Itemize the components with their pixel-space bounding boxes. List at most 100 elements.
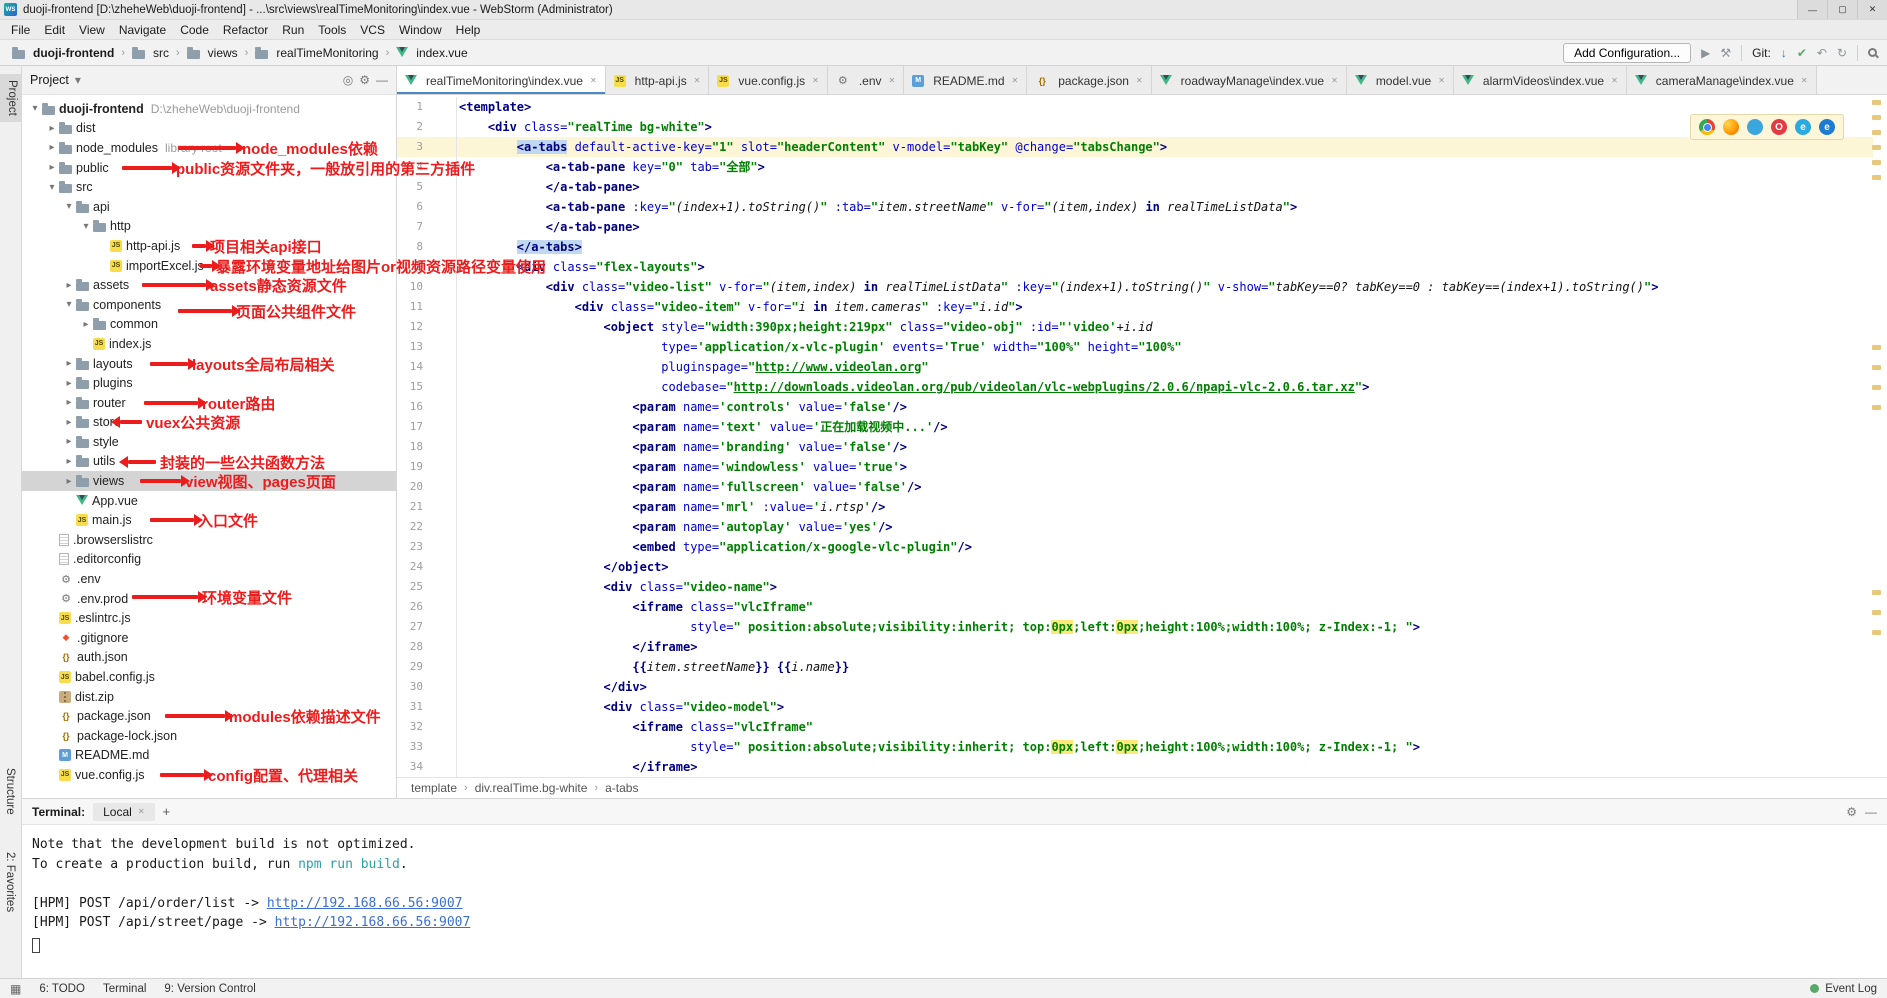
tree-item-common[interactable]: ▸common	[22, 315, 396, 335]
tab-readme-md[interactable]: MREADME.md✕	[904, 66, 1027, 95]
statusbar-todo[interactable]: 6: TODO	[39, 983, 85, 995]
menu-run[interactable]: Run	[275, 23, 311, 37]
locate-file-icon[interactable]: ◎	[343, 73, 353, 87]
opera-icon[interactable]: O	[1771, 119, 1787, 135]
tool-windows-icon[interactable]: ▦	[10, 982, 21, 996]
close-icon[interactable]: ✕	[889, 76, 896, 85]
close-icon[interactable]: ✕	[1012, 76, 1019, 85]
hide-panel-icon[interactable]: —	[376, 73, 388, 87]
tree-item-eslintrc-js[interactable]: JS.eslintrc.js	[22, 608, 396, 628]
tree-item-assets[interactable]: ▸assets	[22, 275, 396, 295]
gear-icon[interactable]: ⚙	[1846, 805, 1857, 819]
tree-item-index-js[interactable]: JSindex.js	[22, 334, 396, 354]
minimize-panel-icon[interactable]: —	[1865, 805, 1877, 819]
tree-item-http[interactable]: ▾http	[22, 217, 396, 237]
tree-item-gitignore[interactable]: ◆.gitignore	[22, 628, 396, 648]
chevron-right-icon[interactable]: ▸	[45, 123, 59, 134]
chevron-down-icon[interactable]: ▾	[28, 103, 42, 114]
terminal-link[interactable]: http://192.168.66.56:9007	[275, 915, 471, 930]
tree-item-importexcel-js[interactable]: JSimportExcel.js	[22, 256, 396, 276]
chevron-right-icon[interactable]: ▸	[62, 476, 76, 487]
close-icon[interactable]: ✕	[694, 76, 701, 85]
chrome-icon[interactable]	[1699, 119, 1715, 135]
tree-item-app-vue[interactable]: App.vue	[22, 491, 396, 511]
menu-file[interactable]: File	[4, 23, 37, 37]
chevron-right-icon[interactable]: ▸	[79, 319, 93, 330]
event-log-button[interactable]: Event Log	[1825, 983, 1877, 995]
tool-window-favorites-button[interactable]: 2: Favorites	[4, 852, 16, 912]
chevron-right-icon[interactable]: ▸	[62, 358, 76, 369]
tree-item-editorconfig[interactable]: .editorconfig	[22, 550, 396, 570]
tree-item-src[interactable]: ▾src	[22, 177, 396, 197]
close-icon[interactable]: ✕	[138, 807, 145, 816]
git-commit-icon[interactable]: ✔	[1797, 47, 1807, 59]
tree-item-public[interactable]: ▸public	[22, 158, 396, 178]
breadcrumb-item-a-tabs[interactable]: a-tabs	[603, 781, 640, 795]
edge-icon[interactable]: e	[1819, 119, 1835, 135]
search-everywhere-icon[interactable]	[1868, 48, 1877, 57]
tool-window-structure-button[interactable]: Structure	[4, 768, 16, 815]
terminal-output[interactable]: Note that the development build is not o…	[22, 825, 1887, 978]
menu-refactor[interactable]: Refactor	[216, 23, 275, 37]
breadcrumb-item-index-vue[interactable]: index.vue	[394, 46, 469, 60]
tab-vue-config-js[interactable]: JSvue.config.js✕	[709, 66, 827, 95]
terminal-link[interactable]: http://192.168.66.56:9007	[267, 896, 463, 911]
close-button[interactable]: ✕	[1857, 0, 1887, 19]
safari-icon[interactable]	[1747, 119, 1763, 135]
menu-view[interactable]: View	[72, 23, 112, 37]
breadcrumb-item-template[interactable]: template	[409, 781, 459, 795]
breadcrumb-item-realtimemonitoring[interactable]: realTimeMonitoring	[253, 46, 380, 60]
debug-icon[interactable]: ⚒	[1720, 47, 1731, 59]
tree-item-env-prod[interactable]: ⚙.env.prod	[22, 589, 396, 609]
tree-item-readme-md[interactable]: MREADME.md	[22, 746, 396, 766]
tree-item-store[interactable]: ▸store	[22, 413, 396, 433]
tree-item-auth-json[interactable]: {}auth.json	[22, 648, 396, 668]
close-icon[interactable]: ✕	[812, 76, 819, 85]
chevron-right-icon[interactable]: ▸	[45, 142, 59, 153]
chevron-down-icon[interactable]: ▾	[75, 73, 81, 87]
breadcrumb-item-src[interactable]: src	[130, 46, 171, 60]
run-icon[interactable]: ▶	[1701, 47, 1710, 59]
tree-item-layouts[interactable]: ▸layouts	[22, 354, 396, 374]
breadcrumb-item-views[interactable]: views	[185, 46, 240, 60]
tree-item-dist-zip[interactable]: dist.zip	[22, 687, 396, 707]
tree-item-babel-config-js[interactable]: JSbabel.config.js	[22, 667, 396, 687]
terminal-tab-local[interactable]: Local ✕	[93, 803, 154, 821]
statusbar-terminal[interactable]: Terminal	[103, 983, 146, 995]
tab-cameramanage-index-vue[interactable]: cameraManage\index.vue✕	[1627, 66, 1817, 95]
menu-navigate[interactable]: Navigate	[112, 23, 173, 37]
chevron-right-icon[interactable]: ▸	[45, 162, 59, 173]
tree-item-views[interactable]: ▸views	[22, 471, 396, 491]
tree-item-duoji-frontend[interactable]: ▾duoji-frontendD:\zheheWeb\duoji-fronten…	[22, 99, 396, 119]
chevron-right-icon[interactable]: ▸	[62, 397, 76, 408]
tree-item-utils[interactable]: ▸utils	[22, 452, 396, 472]
tree-item-package-lock-json[interactable]: {}package-lock.json	[22, 726, 396, 746]
tab-realtimemonitoring-index-vue[interactable]: realTimeMonitoring\index.vue✕	[397, 66, 606, 95]
menu-edit[interactable]: Edit	[37, 23, 72, 37]
chevron-down-icon[interactable]: ▾	[45, 182, 59, 193]
close-icon[interactable]: ✕	[1611, 76, 1618, 85]
code-area[interactable]: 1<template>2 <div class="realTime bg-whi…	[397, 97, 1873, 777]
tree-item-dist[interactable]: ▸dist	[22, 119, 396, 139]
git-update-icon[interactable]: ↓	[1781, 47, 1787, 59]
tree-item-router[interactable]: ▸router	[22, 393, 396, 413]
tree-item-node-modules[interactable]: ▸node_moduleslibrary root	[22, 138, 396, 158]
tree-item-main-js[interactable]: JSmain.js	[22, 510, 396, 530]
minimize-button[interactable]: —	[1797, 0, 1827, 19]
menu-window[interactable]: Window	[392, 23, 449, 37]
breadcrumb-item-duoji-frontend[interactable]: duoji-frontend	[10, 46, 116, 60]
chevron-down-icon[interactable]: ▾	[79, 221, 93, 232]
tab-http-api-js[interactable]: JShttp-api.js✕	[606, 66, 710, 95]
new-terminal-session-button[interactable]: +	[163, 804, 171, 819]
chevron-right-icon[interactable]: ▸	[62, 417, 76, 428]
tree-item-style[interactable]: ▸style	[22, 432, 396, 452]
tree-item-env[interactable]: ⚙.env	[22, 569, 396, 589]
maximize-button[interactable]: ▢	[1827, 0, 1857, 19]
firefox-icon[interactable]	[1723, 119, 1739, 135]
tree-item-plugins[interactable]: ▸plugins	[22, 373, 396, 393]
tree-item-http-api-js[interactable]: JShttp-api.js	[22, 236, 396, 256]
tab-env[interactable]: ⚙.env✕	[828, 66, 904, 95]
statusbar-version-control[interactable]: 9: Version Control	[164, 983, 255, 995]
tree-item-browserslistrc[interactable]: .browserslistrc	[22, 530, 396, 550]
chevron-right-icon[interactable]: ▸	[62, 456, 76, 467]
